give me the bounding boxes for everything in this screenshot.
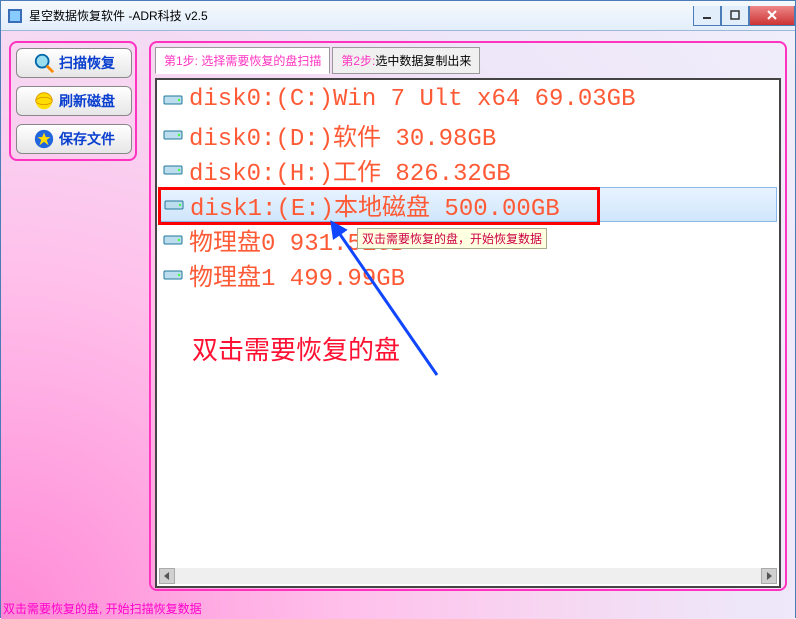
scroll-left-arrow[interactable]	[159, 568, 175, 584]
disk-row-text: disk0:(H:)工作 826.32GB	[189, 152, 511, 188]
globe-refresh-icon	[33, 90, 55, 112]
scroll-right-arrow[interactable]	[761, 568, 777, 584]
minimize-button[interactable]	[693, 6, 721, 26]
tab-step2[interactable]: 第2步:选中数据复制出来	[332, 47, 480, 74]
client-area: 扫描恢复 刷新磁盘 保存文件 第1步: 选择需要恢复的盘扫描 第2步:选中数据复…	[1, 31, 795, 619]
scroll-track[interactable]	[175, 568, 761, 584]
window-controls	[693, 6, 795, 26]
star-disk-icon	[33, 128, 55, 150]
magnifier-icon	[33, 52, 55, 74]
save-file-label: 保存文件	[59, 129, 115, 149]
tab-step1[interactable]: 第1步: 选择需要恢复的盘扫描	[155, 47, 330, 74]
drive-icon	[163, 90, 183, 110]
drive-icon	[163, 125, 183, 145]
scan-recover-label: 扫描恢复	[59, 53, 115, 73]
app-icon	[7, 8, 23, 24]
annotation-text: 双击需要恢复的盘	[192, 330, 400, 367]
close-button[interactable]	[749, 6, 795, 26]
tab-step1-num: 第1步:	[164, 54, 198, 68]
main-panel: 第1步: 选择需要恢复的盘扫描 第2步:选中数据复制出来 disk0:(C:)W…	[149, 41, 787, 591]
tooltip: 双击需要恢复的盘，开始恢复数据	[357, 228, 547, 249]
drive-icon	[163, 160, 183, 180]
disk-row[interactable]: 物理盘1 499.99GB	[159, 257, 777, 292]
sidebar: 扫描恢复 刷新磁盘 保存文件	[9, 41, 137, 161]
tab-step1-text: 选择需要恢复的盘扫描	[198, 54, 321, 68]
tab-bar: 第1步: 选择需要恢复的盘扫描 第2步:选中数据复制出来	[155, 47, 781, 74]
save-file-button[interactable]: 保存文件	[16, 124, 132, 154]
window-title: 星空数据恢复软件 -ADR科技 v2.5	[29, 7, 693, 24]
drive-icon	[163, 265, 183, 285]
disk-list[interactable]: disk0:(C:)Win 7 Ult x64 69.03GB disk0:(D:…	[159, 82, 777, 568]
horizontal-scrollbar[interactable]	[159, 568, 777, 584]
disk-row-text: 物理盘1 499.99GB	[189, 257, 405, 293]
disk-row-text: disk1:(E:)本地磁盘 500.00GB	[190, 187, 560, 223]
status-bar-text: 双击需要恢复的盘, 开始扫描恢复数据	[3, 600, 202, 617]
disk-row-text: disk0:(D:)软件 30.98GB	[189, 117, 496, 153]
maximize-button[interactable]	[721, 6, 749, 26]
disk-row[interactable]: disk0:(C:)Win 7 Ult x64 69.03GB	[159, 82, 777, 117]
drive-icon	[164, 195, 184, 215]
titlebar[interactable]: 星空数据恢复软件 -ADR科技 v2.5	[1, 1, 795, 31]
drive-icon	[163, 230, 183, 250]
app-window: 星空数据恢复软件 -ADR科技 v2.5 扫描恢复 刷新磁盘 保存文件	[0, 0, 796, 618]
disk-row[interactable]: disk1:(E:)本地磁盘 500.00GB	[159, 187, 777, 222]
tab-step2-num: 第2步:	[341, 54, 375, 68]
disk-row[interactable]: disk0:(H:)工作 826.32GB	[159, 152, 777, 187]
refresh-disk-button[interactable]: 刷新磁盘	[16, 86, 132, 116]
tab-step2-text: 选中数据复制出来	[375, 54, 471, 68]
disk-list-container: disk0:(C:)Win 7 Ult x64 69.03GB disk0:(D:…	[155, 78, 781, 588]
scan-recover-button[interactable]: 扫描恢复	[16, 48, 132, 78]
disk-row[interactable]: disk0:(D:)软件 30.98GB	[159, 117, 777, 152]
refresh-disk-label: 刷新磁盘	[59, 91, 115, 111]
disk-row-text: disk0:(C:)Win 7 Ult x64 69.03GB	[189, 86, 635, 113]
